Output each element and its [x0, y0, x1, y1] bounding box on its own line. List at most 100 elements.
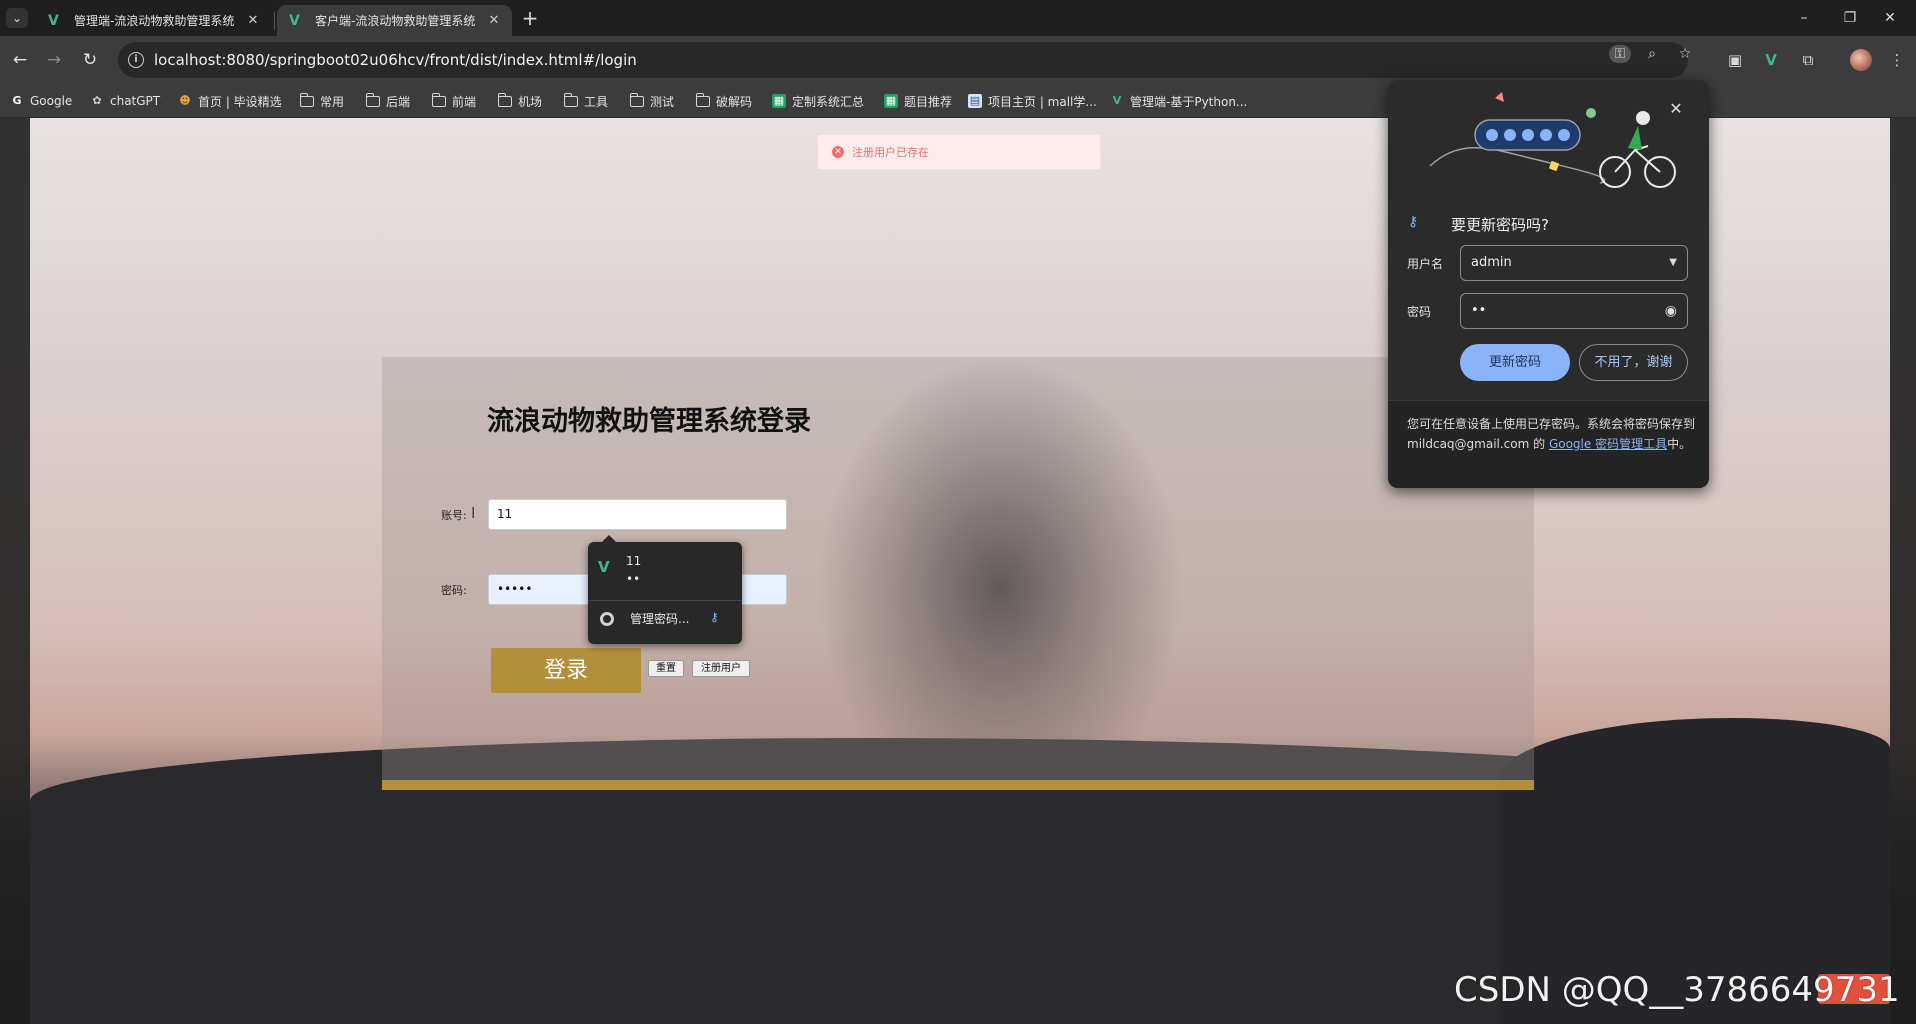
bookmark-label: 项目主页 | mall学...: [988, 94, 1097, 109]
vue-logo-icon: V: [48, 12, 59, 29]
vue-logo-icon: V: [289, 12, 300, 29]
toast-message: 注册用户已存在: [852, 146, 929, 159]
password-label: 密码:: [441, 584, 467, 597]
star-icon[interactable]: ☆: [1674, 45, 1696, 63]
bookmark-label: 机场: [518, 94, 543, 109]
key-icon: ⚷: [710, 610, 719, 624]
bookmark-label: 题目推荐: [904, 94, 953, 109]
bookmark-label: 工具: [584, 94, 609, 109]
no-thanks-button[interactable]: 不用了，谢谢: [1579, 344, 1688, 381]
bookmark-folder-backend[interactable]: 后端: [365, 92, 410, 110]
new-tab-button[interactable]: +: [518, 6, 542, 30]
bookmark-home[interactable]: ☻ 首页 | 毕设精选: [178, 92, 282, 110]
bookmark-folder-test[interactable]: 测试: [629, 92, 675, 110]
close-icon[interactable]: ✕: [245, 13, 261, 28]
password-field[interactable]: •• ◉: [1460, 293, 1688, 329]
browser-toolbar: ← → ↻ i localhost:8080/springboot02u06hc…: [0, 36, 1916, 84]
account-label: 账号:: [441, 509, 467, 522]
eye-icon[interactable]: ◉: [1665, 294, 1677, 328]
bookmark-folder-frontend[interactable]: 前端: [431, 92, 476, 110]
register-button[interactable]: 注册用户: [692, 660, 750, 677]
password-label: 密码: [1407, 305, 1432, 319]
account-input[interactable]: 11: [488, 499, 787, 530]
vue-devtools-icon[interactable]: V: [1758, 47, 1784, 73]
bookmark-folder-crack[interactable]: 破解码: [695, 92, 753, 110]
bookmark-label: 首页 | 毕设精选: [198, 94, 282, 109]
bookmark-folder-tools[interactable]: 工具: [563, 92, 609, 110]
folder-icon: [431, 92, 446, 107]
tab-client[interactable]: V 客户端-流浪动物救助管理系统 ✕: [277, 5, 512, 36]
folder-icon: [497, 92, 512, 107]
chrome-icon: [600, 612, 614, 626]
autofill-popup: V 11 •• 管理密码... ⚷: [588, 535, 742, 644]
bookmark-custom-systems[interactable]: ▦ 定制系统汇总: [772, 92, 864, 110]
close-icon[interactable]: ✕: [486, 13, 502, 28]
menu-dots-icon[interactable]: ⋮: [1884, 47, 1910, 73]
extension-icon[interactable]: ▣: [1722, 47, 1748, 73]
zoom-icon[interactable]: ⌕: [1641, 45, 1663, 63]
page-edge: [1890, 118, 1916, 1024]
username-value: admin: [1471, 255, 1512, 270]
tab-admin[interactable]: V 管理端-流浪动物救助管理系统 ✕: [36, 5, 271, 36]
folder-icon: [365, 92, 380, 107]
url-text[interactable]: localhost:8080/springboot02u06hcv/front/…: [154, 51, 1688, 69]
close-icon[interactable]: ✕: [1666, 99, 1686, 119]
bookmark-label: 管理端-基于Python...: [1130, 94, 1248, 109]
bookmark-label: chatGPT: [110, 94, 161, 108]
login-button[interactable]: 登录: [491, 648, 641, 693]
bookmark-mall[interactable]: ▤ 项目主页 | mall学...: [968, 92, 1097, 110]
bookmark-folder-airport[interactable]: 机场: [497, 92, 543, 110]
bookmark-label: 测试: [650, 94, 675, 109]
tab-divider: [274, 12, 275, 30]
bookmark-folder-common[interactable]: 常用: [299, 92, 345, 110]
password-value: ••: [1471, 303, 1487, 318]
tab-title: 客户端-流浪动物救助管理系统: [315, 14, 476, 28]
autofill-username[interactable]: 11: [626, 554, 641, 568]
bookmark-chatgpt[interactable]: ✿ chatGPT: [90, 92, 160, 110]
google-icon: G: [12, 94, 22, 107]
folder-icon: [299, 92, 314, 107]
error-icon: ✕: [832, 146, 844, 158]
puzzle-icon[interactable]: ⧉: [1795, 47, 1821, 73]
manage-passwords-link[interactable]: 管理密码...: [630, 610, 689, 627]
divider: [588, 600, 742, 601]
forward-icon[interactable]: →: [42, 48, 66, 72]
site-icon: ☻: [179, 94, 191, 107]
bookmark-label: 破解码: [716, 94, 753, 109]
bookmark-admin-python[interactable]: V 管理端-基于Python...: [1110, 92, 1248, 110]
tab-title: 管理端-流浪动物救助管理系统: [74, 14, 235, 28]
tab-search-chevron-icon[interactable]: ⌄: [6, 8, 28, 28]
reload-icon[interactable]: ↻: [78, 48, 102, 72]
username-select[interactable]: admin ▼: [1460, 245, 1688, 281]
site-info-icon[interactable]: i: [128, 52, 144, 68]
back-icon[interactable]: ←: [8, 48, 32, 72]
reset-button[interactable]: 重置: [648, 660, 684, 677]
bookmark-label: 常用: [320, 94, 345, 109]
bookmark-label: 定制系统汇总: [792, 94, 865, 109]
bubble-title: 要更新密码吗?: [1451, 216, 1549, 234]
restore-icon[interactable]: ❐: [1830, 6, 1870, 30]
key-icon: ⚷: [1408, 214, 1419, 230]
sheet-icon: ▦: [772, 94, 786, 108]
footer-text: 您可在任意设备上使用已存密码。系统会将密码保存到 mildcaq@gmail.c…: [1407, 414, 1695, 454]
bookmark-google[interactable]: G Google: [10, 92, 72, 110]
password-manager-link[interactable]: Google 密码管理工具: [1549, 437, 1667, 451]
sheet-icon: ▦: [884, 94, 898, 108]
bookmark-topics[interactable]: ▦ 题目推荐: [884, 92, 952, 110]
error-toast: ✕ 注册用户已存在: [817, 134, 1101, 170]
minimize-icon[interactable]: –: [1784, 6, 1824, 30]
footer-end: 中。: [1667, 437, 1692, 451]
update-password-button[interactable]: 更新密码: [1460, 344, 1570, 381]
login-panel-accent-bar: [382, 780, 1534, 790]
window-close-icon[interactable]: ✕: [1870, 6, 1910, 30]
watermark-text: CSDN @QQ__3786649731: [1454, 970, 1900, 1010]
folder-icon: [695, 92, 710, 107]
bookmark-label: Google: [30, 94, 73, 108]
vue-logo-icon: V: [1112, 94, 1122, 107]
username-label: 用户名: [1407, 257, 1444, 271]
password-illustration: [1429, 92, 1676, 188]
password-key-icon[interactable]: ⚿: [1609, 45, 1631, 63]
autofill-password[interactable]: ••: [626, 572, 640, 586]
profile-avatar[interactable]: [1850, 49, 1872, 71]
address-bar[interactable]: i localhost:8080/springboot02u06hcv/fron…: [118, 42, 1688, 78]
